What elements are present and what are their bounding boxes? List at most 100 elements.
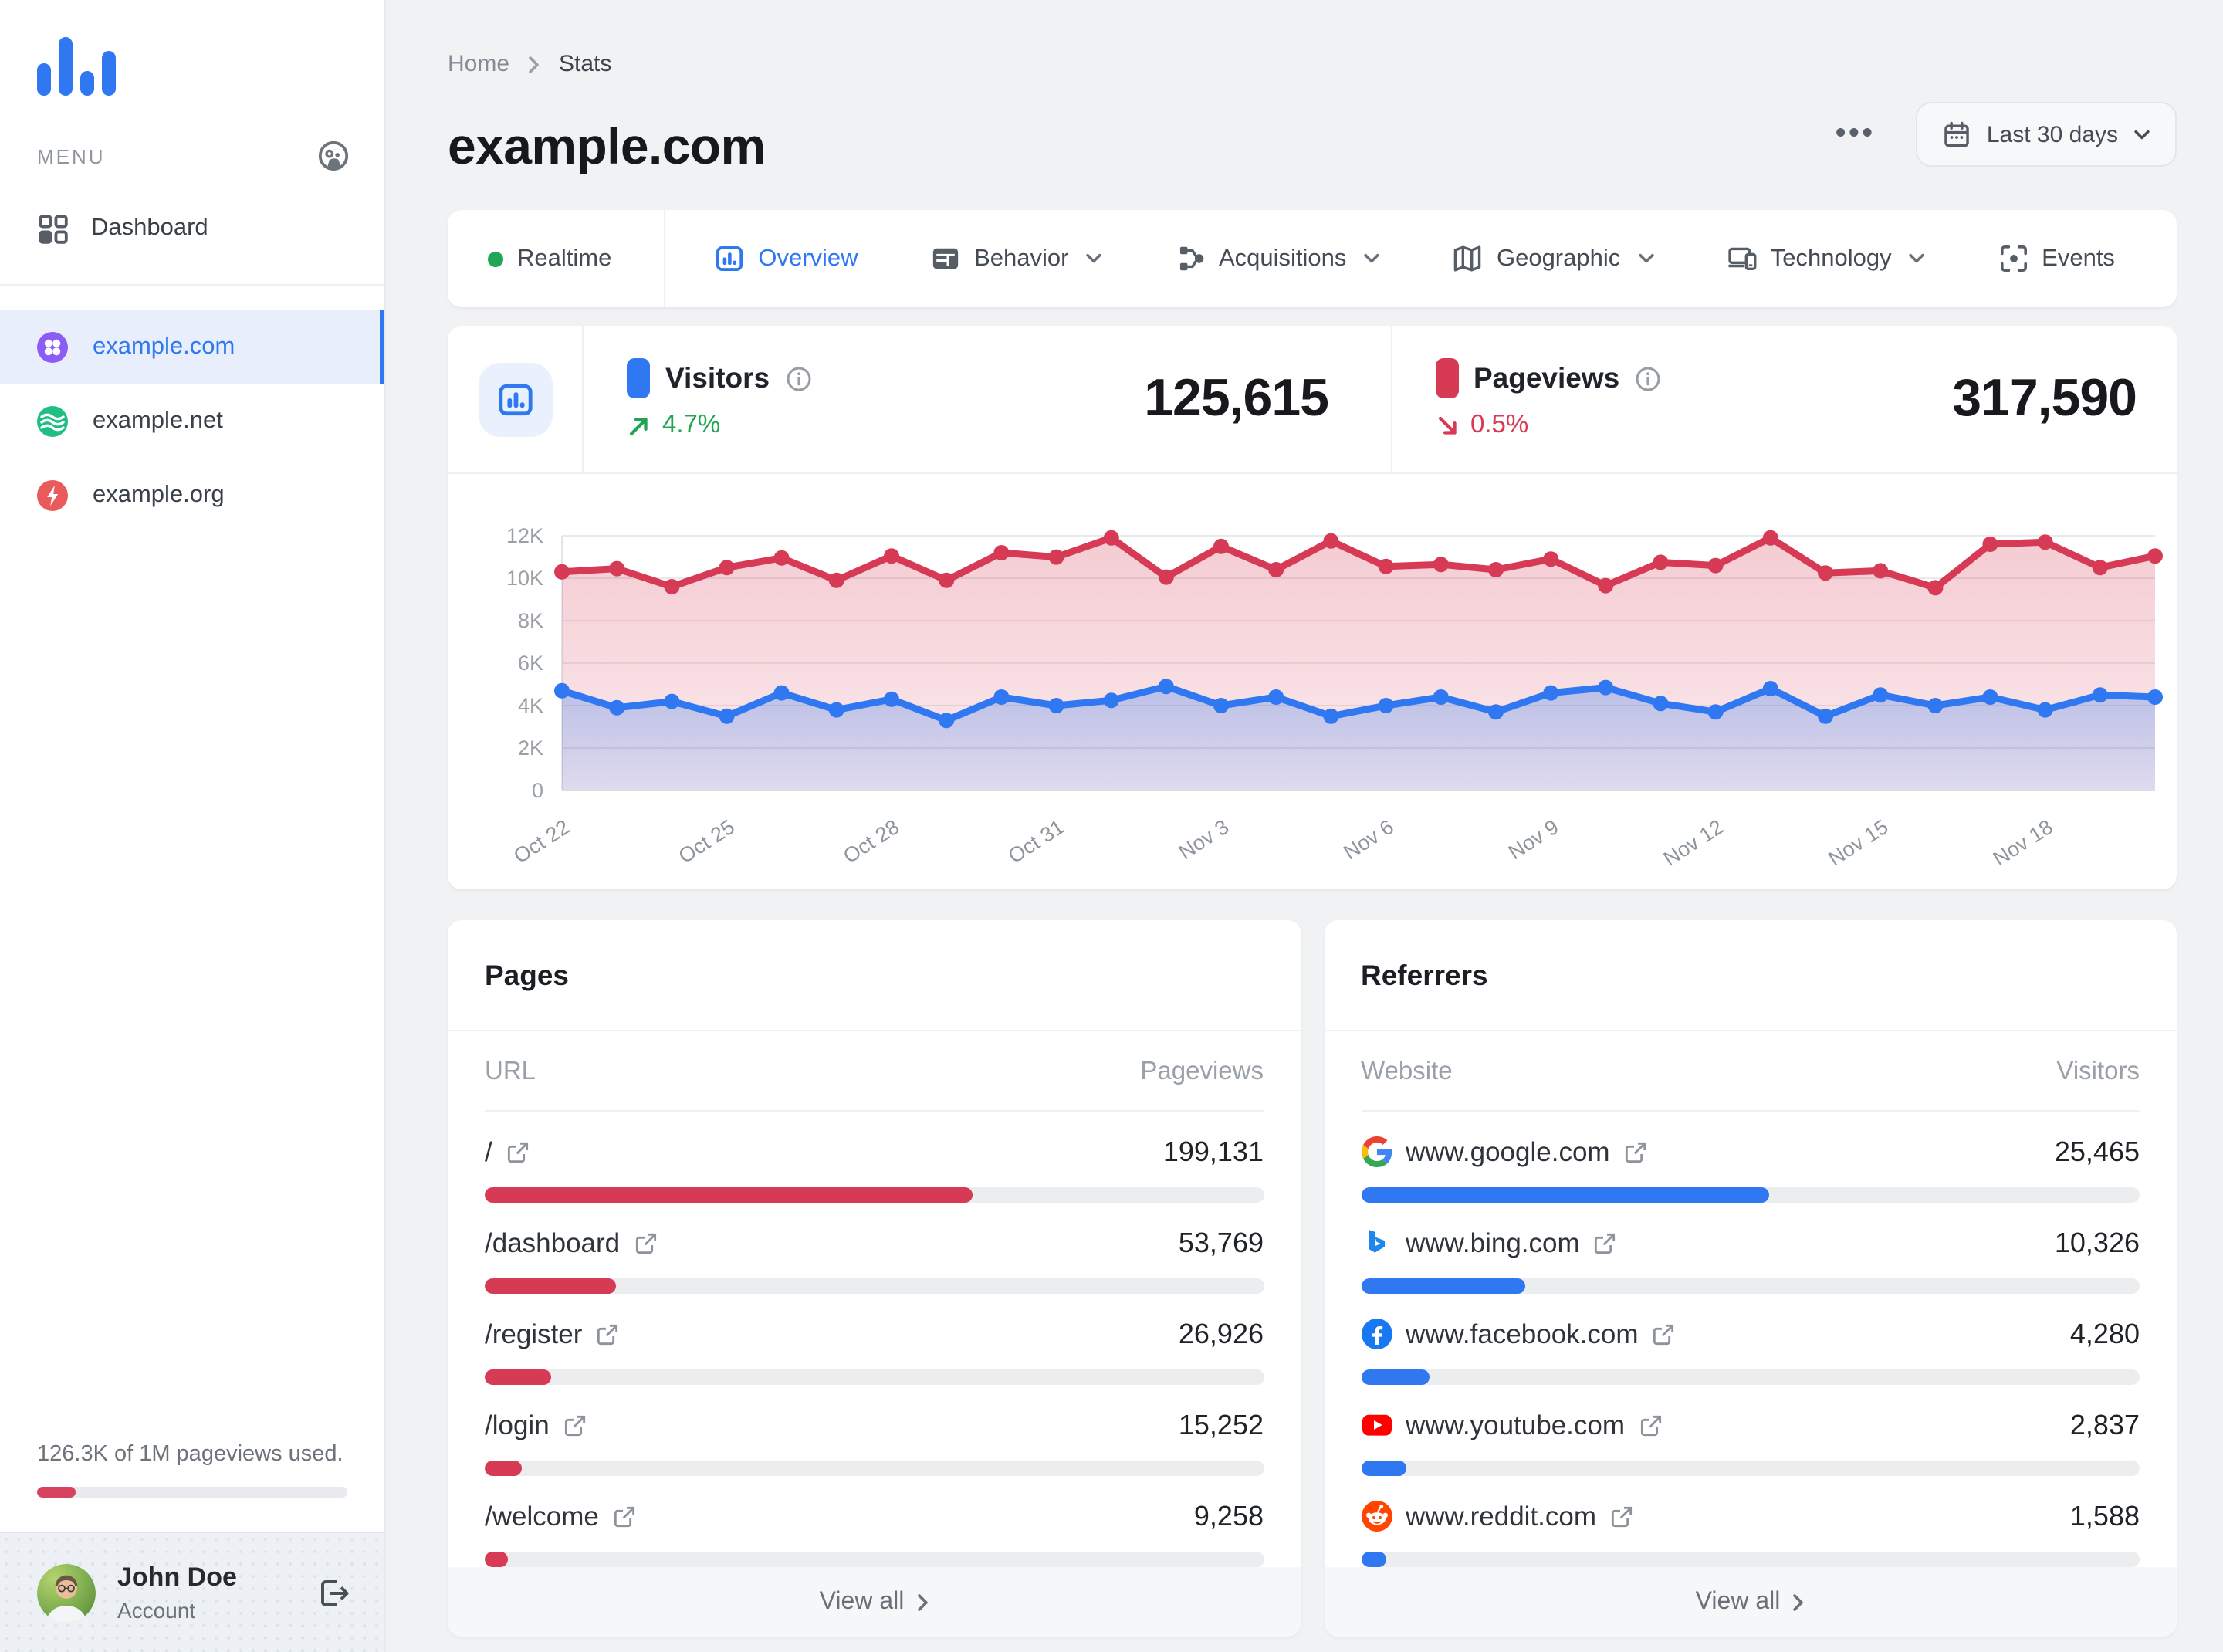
grid-icon: [37, 212, 69, 245]
tab-acquisitions[interactable]: Acquisitions: [1154, 210, 1402, 307]
site-label: example.net: [93, 408, 223, 434]
realtime-dot: [488, 251, 503, 266]
chevron-right-icon: [1793, 1593, 1804, 1610]
tab-behavior[interactable]: Behavior: [909, 210, 1124, 307]
sidebar-item-dashboard[interactable]: Dashboard: [0, 195, 384, 262]
svg-text:8K: 8K: [518, 609, 543, 632]
tab-label: Realtime: [517, 245, 612, 271]
external-link-icon: [1595, 1232, 1616, 1254]
svg-text:Oct 28: Oct 28: [839, 815, 903, 868]
arrow-up-right-icon: [627, 413, 651, 438]
row-label[interactable]: /: [485, 1136, 492, 1168]
table-row: www.google.com 25,465: [1361, 1112, 2140, 1203]
svg-text:Nov 6: Nov 6: [1339, 815, 1398, 865]
menu-section-label: MENU: [37, 144, 106, 168]
svg-text:Nov 18: Nov 18: [1989, 815, 2057, 871]
svg-text:12K: 12K: [506, 524, 543, 547]
theme-faces-icon: [318, 140, 349, 171]
table-row: www.bing.com 10,326: [1361, 1203, 2140, 1294]
site-list: example.com example.net example.org: [0, 310, 384, 533]
pageviews-value: 317,590: [1952, 369, 2137, 428]
external-link-icon[interactable]: [1594, 1231, 1617, 1254]
youtube-favicon: [1361, 1410, 1392, 1440]
tab-overview[interactable]: Overview: [693, 210, 879, 307]
external-link-icon[interactable]: [1639, 1413, 1662, 1437]
table-row: /welcome 9,258: [485, 1476, 1264, 1567]
pages-view-all-button[interactable]: View all: [448, 1567, 1301, 1637]
sidebar-item-example.net[interactable]: example.net: [0, 384, 384, 459]
row-label[interactable]: /welcome: [485, 1500, 599, 1532]
external-link-icon[interactable]: [1624, 1140, 1647, 1163]
column-header-url: URL: [485, 1058, 536, 1085]
row-label[interactable]: /dashboard: [485, 1227, 620, 1259]
pageviews-change: 0.5%: [1435, 411, 1661, 440]
theme-faces-icon[interactable]: [316, 139, 350, 173]
logo-bar: [37, 63, 51, 96]
waves-site-icon: [37, 406, 68, 437]
svg-text:Nov 12: Nov 12: [1660, 815, 1727, 871]
row-label[interactable]: www.google.com: [1406, 1136, 1610, 1168]
row-label[interactable]: www.bing.com: [1406, 1227, 1580, 1259]
logo-bar: [80, 71, 94, 96]
svg-text:4K: 4K: [518, 694, 543, 717]
external-link-icon[interactable]: [1653, 1322, 1676, 1346]
row-value: 9,258: [1193, 1500, 1264, 1531]
tab-geographic[interactable]: Geographic: [1432, 210, 1676, 307]
external-link-icon[interactable]: [506, 1140, 530, 1163]
external-link-icon[interactable]: [563, 1413, 587, 1437]
svg-text:10K: 10K: [506, 567, 543, 590]
info-icon[interactable]: [785, 365, 811, 391]
bolt-site-icon: [37, 480, 68, 511]
external-link-icon[interactable]: [613, 1505, 636, 1528]
row-bar: [485, 1461, 1264, 1476]
overview-chart-icon: [716, 246, 743, 271]
logout-icon[interactable]: [316, 1576, 350, 1610]
external-link-icon[interactable]: [634, 1231, 657, 1254]
row-bar: [485, 1278, 1264, 1294]
bing-favicon: [1369, 1230, 1384, 1253]
pageviews-legend-marker: [1435, 358, 1458, 398]
external-link-icon[interactable]: [1610, 1505, 1633, 1528]
row-label[interactable]: www.youtube.com: [1406, 1409, 1625, 1441]
row-value: 26,926: [1178, 1318, 1264, 1349]
date-range-button[interactable]: Last 30 days: [1915, 102, 2177, 167]
table-row: /dashboard 53,769: [485, 1203, 1264, 1294]
bar-chart-badge-icon: [478, 362, 552, 436]
svg-text:Oct 31: Oct 31: [1004, 815, 1068, 868]
referrers-view-all-button[interactable]: View all: [1324, 1567, 2177, 1637]
area-chart-svg: 0 2K 4K 6K 8K 10K 12K Oct 22 Oct 25 Oct 28 Oct 31 N…: [506, 524, 2163, 871]
row-label[interactable]: /register: [485, 1318, 582, 1350]
arrow-up-right-icon: [629, 417, 648, 435]
sidebar-item-example.com[interactable]: example.com: [0, 310, 384, 384]
breadcrumb-home-link[interactable]: Home: [448, 51, 509, 77]
page-title: example.com: [448, 117, 766, 174]
tab-technology[interactable]: Technology: [1706, 210, 1947, 307]
account-section[interactable]: John Doe Account: [0, 1532, 384, 1652]
tab-events[interactable]: Events: [1977, 210, 2137, 307]
tab-label: Events: [2042, 245, 2115, 271]
row-bar: [485, 1552, 1264, 1567]
stats-row: Visitors 4.7% 125,615 Pageviews 0.5% 317…: [448, 326, 2177, 474]
clover-site-icon: [44, 339, 61, 356]
external-link-icon: [1611, 1505, 1633, 1527]
more-options-button[interactable]: •••: [1836, 119, 1876, 148]
row-label[interactable]: www.reddit.com: [1406, 1500, 1596, 1532]
chevron-down-icon: [2134, 129, 2150, 139]
geographic-map-icon: [1454, 245, 1482, 272]
visitors-value: 125,615: [1144, 369, 1329, 428]
info-icon[interactable]: [1635, 365, 1661, 391]
tab-realtime[interactable]: Realtime: [448, 210, 666, 307]
visitors-label: Visitors: [665, 361, 770, 394]
external-link-icon[interactable]: [596, 1322, 619, 1346]
tab-label: Geographic: [1496, 245, 1621, 271]
row-label[interactable]: /login: [485, 1409, 550, 1441]
svg-text:Nov 3: Nov 3: [1175, 815, 1233, 865]
visitors-legend-marker: [627, 358, 650, 398]
facebook-favicon: [1361, 1319, 1392, 1349]
sidebar-item-example.org[interactable]: example.org: [0, 459, 384, 533]
bing-favicon: [1361, 1227, 1392, 1258]
row-label[interactable]: www.facebook.com: [1406, 1318, 1639, 1350]
row-value: 2,837: [2069, 1409, 2140, 1440]
column-header-visitors: Visitors: [2056, 1058, 2140, 1085]
svg-text:Oct 25: Oct 25: [675, 815, 739, 868]
